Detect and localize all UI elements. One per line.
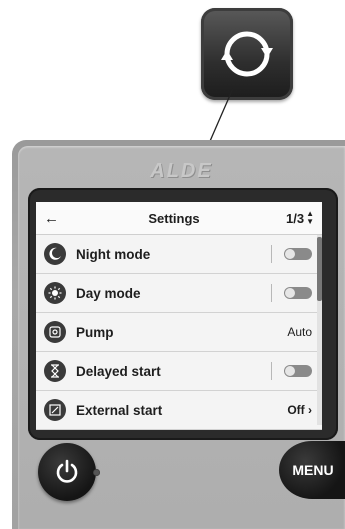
pump-icon <box>44 321 66 343</box>
sun-icon <box>44 282 66 304</box>
refresh-icon <box>221 31 273 77</box>
divider <box>271 245 272 263</box>
brand-logo: ALDE <box>150 160 213 182</box>
display-screen: ← Settings 1/3 ▲ ▼ Night mode Day mode P… <box>36 202 322 430</box>
refresh-callout-icon <box>201 8 293 100</box>
back-arrow-icon[interactable]: ← <box>44 210 74 227</box>
row-label: Night mode <box>76 246 151 262</box>
settings-row-external-start[interactable]: External start Off › <box>36 391 322 430</box>
scroll-thumb[interactable] <box>317 237 322 301</box>
row-label: Delayed start <box>76 363 161 379</box>
delayed-start-toggle[interactable] <box>284 365 312 377</box>
status-led <box>93 469 100 476</box>
row-label: Day mode <box>76 285 141 301</box>
divider <box>271 362 272 380</box>
external-start-icon <box>44 399 66 421</box>
external-start-value: Off › <box>287 403 312 417</box>
page-title: Settings <box>148 210 200 226</box>
night-mode-toggle[interactable] <box>284 248 312 260</box>
settings-row-night-mode[interactable]: Night mode <box>36 235 322 274</box>
power-icon <box>56 459 78 483</box>
page-indicator[interactable]: 1/3 ▲ ▼ <box>274 210 314 226</box>
divider <box>271 284 272 302</box>
row-label: Pump <box>76 324 114 340</box>
settings-list: Night mode Day mode Pump Auto Delayed st… <box>36 235 322 430</box>
page-updown-icon: ▲ ▼ <box>306 209 314 226</box>
settings-row-pump[interactable]: Pump Auto <box>36 313 322 352</box>
settings-row-day-mode[interactable]: Day mode <box>36 274 322 313</box>
row-label: External start <box>76 402 163 418</box>
page-number: 1/3 <box>286 210 305 226</box>
title-bar: ← Settings 1/3 ▲ ▼ <box>36 202 322 235</box>
scrollbar[interactable] <box>317 235 322 425</box>
settings-row-delayed-start[interactable]: Delayed start <box>36 352 322 391</box>
power-button[interactable] <box>38 443 96 501</box>
menu-button[interactable]: MENU <box>279 441 345 499</box>
day-mode-toggle[interactable] <box>284 287 312 299</box>
hourglass-icon <box>44 360 66 382</box>
pump-value: Auto <box>287 325 312 339</box>
moon-icon <box>44 243 66 265</box>
